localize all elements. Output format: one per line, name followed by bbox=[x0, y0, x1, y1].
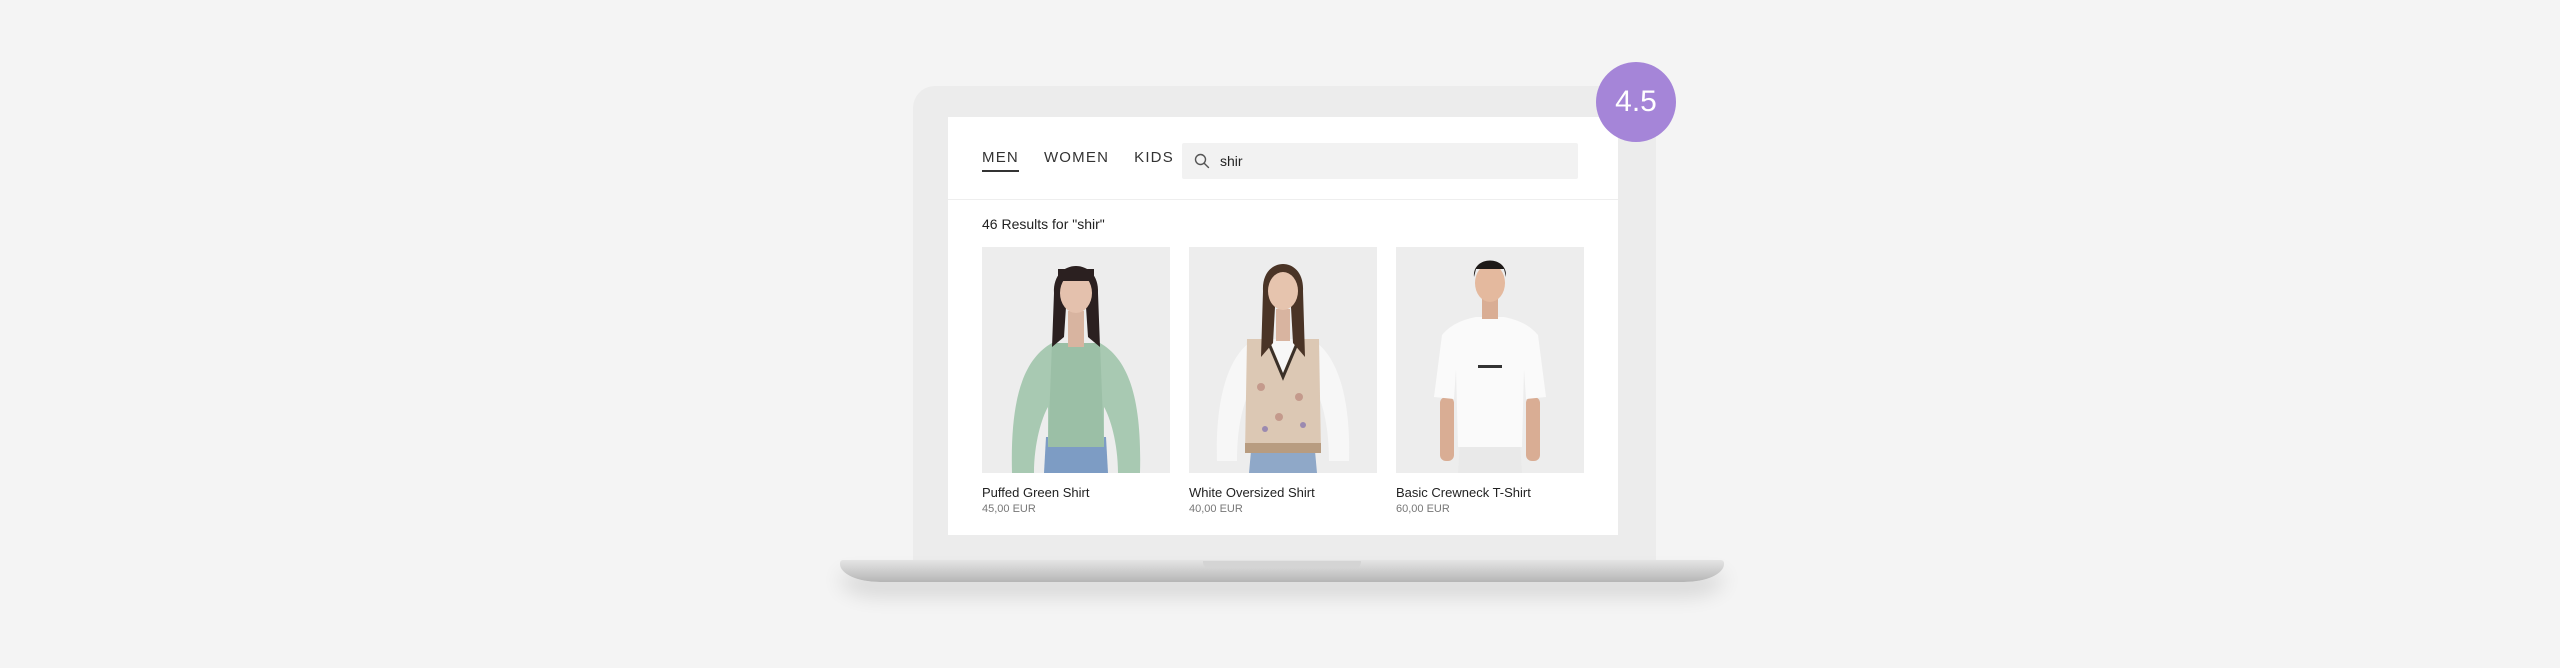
nav-item-men[interactable]: MEN bbox=[982, 149, 1019, 172]
product-image[interactable] bbox=[1189, 247, 1377, 473]
product-card[interactable]: White Oversized Shirt 40,00 EUR bbox=[1189, 247, 1377, 515]
product-name: White Oversized Shirt bbox=[1189, 485, 1315, 500]
product-price: 45,00 EUR bbox=[982, 503, 1036, 515]
version-badge: 4.5 bbox=[1596, 62, 1676, 142]
product-card[interactable]: Basic Crewneck T-Shirt 60,00 EUR bbox=[1396, 247, 1584, 515]
store-screen: MEN WOMEN KIDS 46 Results for "shir" bbox=[948, 117, 1618, 535]
nav-item-kids[interactable]: KIDS bbox=[1134, 149, 1174, 172]
search-box[interactable] bbox=[1182, 143, 1578, 179]
laptop-notch bbox=[1203, 561, 1361, 568]
header-divider bbox=[948, 199, 1618, 200]
product-image[interactable] bbox=[1396, 247, 1584, 473]
product-name: Puffed Green Shirt bbox=[982, 485, 1090, 500]
search-icon bbox=[1194, 153, 1210, 169]
nav-item-women[interactable]: WOMEN bbox=[1044, 149, 1109, 172]
product-name: Basic Crewneck T-Shirt bbox=[1396, 485, 1531, 500]
results-count: 46 Results for "shir" bbox=[982, 216, 1105, 232]
product-price: 60,00 EUR bbox=[1396, 503, 1450, 515]
product-price: 40,00 EUR bbox=[1189, 503, 1243, 515]
category-nav: MEN WOMEN KIDS bbox=[982, 149, 1174, 172]
search-input[interactable] bbox=[1218, 152, 1562, 170]
product-card[interactable]: Puffed Green Shirt 45,00 EUR bbox=[982, 247, 1170, 515]
product-image[interactable] bbox=[982, 247, 1170, 473]
product-grid: Puffed Green Shirt 45,00 EUR White Overs… bbox=[982, 247, 1584, 515]
